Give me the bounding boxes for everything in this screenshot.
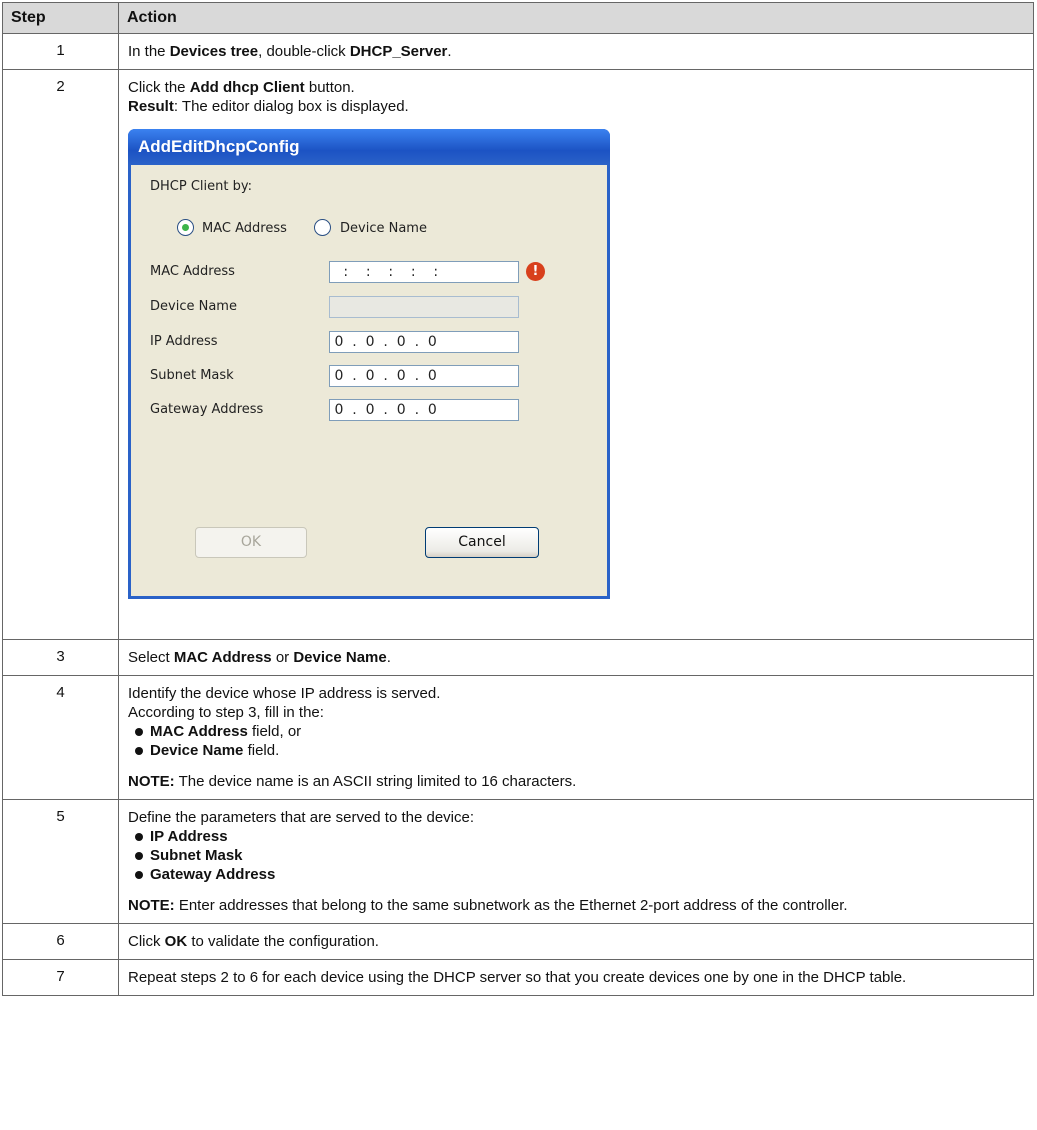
mac-address-label: MAC Address: [150, 264, 235, 279]
cancel-button[interactable]: Cancel: [425, 527, 539, 558]
step-number: 6: [2, 923, 119, 960]
step-number: 3: [2, 639, 119, 676]
error-icon: !: [526, 262, 545, 281]
step-number: 7: [2, 959, 119, 996]
bullet-list: MAC Address field, or Device Name field.: [128, 722, 1024, 760]
bold-text: NOTE:: [128, 897, 175, 914]
subnet-mask-label: Subnet Mask: [150, 368, 234, 383]
bullet-icon: [135, 728, 143, 736]
bullet-icon: [135, 871, 143, 879]
text: The device name is an ASCII string limit…: [174, 773, 577, 790]
ip-address-label: IP Address: [150, 334, 218, 349]
table-header-row: Step Action: [2, 2, 1034, 34]
step-action: Select MAC Address or Device Name.: [118, 639, 1034, 676]
list-item: Subnet Mask: [128, 846, 1024, 865]
bold-text: MAC Address: [150, 723, 248, 740]
text: In the: [128, 43, 170, 60]
client-by-label: DHCP Client by:: [150, 179, 252, 194]
bold-text: IP Address: [150, 828, 228, 845]
text: .: [386, 649, 391, 666]
gateway-address-field[interactable]: 0 . 0 . 0 . 0: [329, 399, 519, 421]
subnet-mask-field[interactable]: 0 . 0 . 0 . 0: [329, 365, 519, 387]
text-line: Define the parameters that are served to…: [128, 809, 475, 826]
text: Select: [128, 649, 174, 666]
list-item: Gateway Address: [128, 865, 1024, 884]
step-action: Identify the device whose IP address is …: [118, 675, 1034, 800]
bold-text: Add dhcp Client: [189, 79, 305, 96]
step-action: Repeat steps 2 to 6 for each device usin…: [118, 959, 1034, 996]
note: NOTE: Enter addresses that belong to the…: [128, 896, 1024, 915]
table-row: 6 Click OK to validate the configuration…: [2, 923, 1034, 960]
ok-button[interactable]: OK: [195, 527, 307, 558]
step-action: Define the parameters that are served to…: [118, 799, 1034, 924]
text: to validate the configuration.: [187, 933, 379, 950]
mac-address-field[interactable]: : : : : :: [329, 261, 519, 283]
text: Click: [128, 933, 165, 950]
table-row: 7 Repeat steps 2 to 6 for each device us…: [2, 959, 1034, 996]
table-row: 2 Click the Add dhcp Client button. Resu…: [2, 69, 1034, 640]
bold-text: Device Name: [150, 742, 244, 759]
bullet-list: IP Address Subnet Mask Gateway Address: [128, 827, 1024, 884]
text: or: [271, 649, 294, 666]
bold-text: Subnet Mask: [150, 847, 243, 864]
procedure-table: Step Action 1 In the Devices tree, doubl…: [2, 2, 1034, 996]
text-line: Identify the device whose IP address is …: [128, 685, 441, 702]
bold-text: Result: [128, 98, 174, 115]
device-name-field[interactable]: [329, 296, 519, 318]
bold-text: OK: [164, 933, 188, 950]
gateway-address-label: Gateway Address: [150, 402, 264, 417]
text: field, or: [247, 723, 302, 740]
bold-text: Device Name: [293, 649, 387, 666]
step-number: 5: [2, 799, 119, 924]
bold-text: Devices tree: [169, 43, 259, 60]
text: button.: [304, 79, 355, 96]
bold-text: MAC Address: [173, 649, 272, 666]
ip-address-field[interactable]: 0 . 0 . 0 . 0: [329, 331, 519, 353]
text: : The editor dialog box is displayed.: [173, 98, 409, 115]
dialog-title: AddEditDhcpConfig: [128, 129, 610, 165]
table-row: 4 Identify the device whose IP address i…: [2, 675, 1034, 800]
text-line: According to step 3, fill in the:: [128, 704, 324, 721]
bold-text: Gateway Address: [150, 866, 276, 883]
dialog-body: DHCP Client by: MAC Address Device Name …: [131, 165, 607, 596]
table-row: 3 Select MAC Address or Device Name.: [2, 639, 1034, 676]
bullet-icon: [135, 833, 143, 841]
step-action: In the Devices tree, double-click DHCP_S…: [118, 33, 1034, 70]
text: .: [447, 43, 452, 60]
bullet-icon: [135, 852, 143, 860]
text: field.: [243, 742, 280, 759]
radio-mac-label: MAC Address: [202, 221, 287, 236]
step-action: Click the Add dhcp Client button. Result…: [118, 69, 1034, 640]
text: Click the: [128, 79, 190, 96]
step-number: 1: [2, 33, 119, 70]
step-number: 2: [2, 69, 119, 640]
list-item: MAC Address field, or: [128, 722, 1024, 741]
radio-device-name[interactable]: [314, 219, 331, 236]
table-row: 5 Define the parameters that are served …: [2, 799, 1034, 924]
device-name-label: Device Name: [150, 299, 237, 314]
note: NOTE: The device name is an ASCII string…: [128, 772, 1024, 791]
bullet-icon: [135, 747, 143, 755]
list-item: Device Name field.: [128, 741, 1024, 760]
table-row: 1 In the Devices tree, double-click DHCP…: [2, 33, 1034, 70]
dhcp-config-dialog: AddEditDhcpConfig DHCP Client by: MAC Ad…: [128, 129, 610, 599]
list-item: IP Address: [128, 827, 1024, 846]
text: Enter addresses that belong to the same …: [174, 897, 848, 914]
bold-text: DHCP_Server: [349, 43, 448, 60]
header-step: Step: [2, 2, 119, 34]
radio-device-label: Device Name: [340, 221, 427, 236]
step-action: Click OK to validate the configuration.: [118, 923, 1034, 960]
bold-text: NOTE:: [128, 773, 175, 790]
instruction: Click the Add dhcp Client button.: [128, 78, 1024, 97]
result-line: Result: The editor dialog box is display…: [128, 97, 1024, 116]
step-number: 4: [2, 675, 119, 800]
radio-mac-address[interactable]: [177, 219, 194, 236]
text: , double-click: [258, 43, 350, 60]
header-action: Action: [118, 2, 1034, 34]
